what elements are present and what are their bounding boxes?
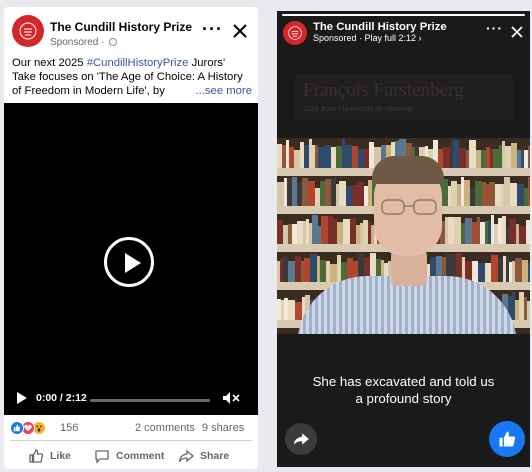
book-spine xyxy=(510,183,517,206)
story-more-icon[interactable]: ··· xyxy=(486,21,503,35)
thumbs-up-icon xyxy=(499,431,516,447)
book-spine xyxy=(330,264,337,282)
post-text: Our next 2025 #CundillHistoryPrize Juror… xyxy=(12,56,252,98)
play-icon xyxy=(125,253,141,273)
post-header: The Cundill History Prize Sponsored · ··… xyxy=(4,7,258,55)
play-control-icon[interactable] xyxy=(17,392,27,404)
shares-count[interactable]: 9 shares xyxy=(202,422,244,434)
video-time: 0:00 / 2:12 xyxy=(36,392,87,404)
mute-icon[interactable] xyxy=(222,391,240,405)
speaker-lower-third: François Furstenberg 2025 Juror | Univer… xyxy=(295,74,513,120)
story-like-button[interactable] xyxy=(489,421,525,457)
book-spine xyxy=(491,255,498,282)
book-spine xyxy=(465,218,472,244)
like-reaction-icon[interactable] xyxy=(10,421,24,435)
comment-label: Comment xyxy=(116,450,165,462)
video-frame xyxy=(277,138,530,334)
post-text-end: Jurors' xyxy=(188,57,226,69)
book-spine xyxy=(277,182,284,206)
thumbs-up-icon xyxy=(29,449,44,463)
book-spine xyxy=(443,147,450,168)
glasses-icon xyxy=(381,199,437,215)
book-spine xyxy=(469,140,476,168)
book-spine xyxy=(357,182,364,206)
video-player[interactable]: 0:00 / 2:12 xyxy=(4,103,258,415)
hashtag-link[interactable]: #CundillHistoryPrize xyxy=(87,57,189,69)
book-spine xyxy=(308,181,315,206)
comment-icon xyxy=(95,450,109,464)
story-page-avatar[interactable] xyxy=(283,21,307,45)
post-stats: 156 2 comments 9 shares xyxy=(4,417,258,441)
post-text-line-1: Our next 2025 #CundillHistoryPrize Juror… xyxy=(12,56,252,70)
book-spine xyxy=(528,146,530,168)
close-icon[interactable] xyxy=(230,21,250,41)
book-spine xyxy=(517,184,524,206)
book-spine xyxy=(526,220,530,244)
story-close-icon[interactable] xyxy=(509,24,525,40)
book-spine xyxy=(519,226,526,244)
cundill-logo-icon xyxy=(19,22,37,40)
comment-button[interactable]: Comment xyxy=(94,446,164,466)
book-spine xyxy=(478,263,485,282)
like-button[interactable]: Like xyxy=(28,446,71,466)
comments-count[interactable]: 2 comments xyxy=(135,422,195,434)
book-spine xyxy=(324,145,331,168)
share-label: Share xyxy=(200,450,230,462)
speaker-name: François Furstenberg xyxy=(303,80,464,101)
video-scrubber[interactable] xyxy=(90,399,210,402)
post-text-line-2: Take focuses on 'The Age of Choice: A Hi… xyxy=(12,71,243,83)
book-spine xyxy=(528,263,530,282)
speaker-hair xyxy=(372,156,444,184)
feed-post-card: The Cundill History Prize Sponsored · ··… xyxy=(4,7,258,469)
story-progress-bar xyxy=(282,14,525,16)
book-spine xyxy=(509,219,516,244)
book-spine xyxy=(528,177,530,206)
reaction-count[interactable]: 156 xyxy=(60,422,78,434)
divider xyxy=(10,440,252,441)
post-actions: Like Comment Share xyxy=(4,443,258,469)
book-spine xyxy=(310,254,317,282)
book-spine xyxy=(475,181,482,206)
story-viewer[interactable]: The Cundill History Prize Sponsored · Pl… xyxy=(277,11,530,467)
book-spine xyxy=(527,301,530,320)
book-spine xyxy=(343,219,350,244)
share-arrow-icon xyxy=(293,433,309,446)
speaker-role: 2025 Juror | Université de Montréal xyxy=(303,106,413,113)
book-spine xyxy=(321,216,328,244)
page-avatar[interactable] xyxy=(12,15,44,47)
page-name[interactable]: The Cundill History Prize xyxy=(50,20,192,34)
play-full-link[interactable]: Sponsored · Play full 2:12 › xyxy=(313,33,422,43)
book-spine xyxy=(288,261,295,282)
story-share-button[interactable] xyxy=(285,423,317,455)
book-spine xyxy=(295,302,302,320)
sponsored-text: Sponsored xyxy=(50,37,99,48)
globe-icon xyxy=(109,38,118,46)
more-options-icon[interactable]: ··· xyxy=(202,20,223,38)
book-spine xyxy=(454,217,461,244)
book-spine xyxy=(459,148,466,168)
book-spine xyxy=(345,145,352,168)
caption-line-2: a profound story xyxy=(355,391,452,406)
book-spine xyxy=(339,181,346,206)
caption-line-1: She has excavated and told us xyxy=(312,374,495,389)
cundill-logo-icon xyxy=(288,26,302,40)
like-label: Like xyxy=(50,450,72,462)
play-button[interactable] xyxy=(104,237,154,287)
story-progress-fill xyxy=(282,14,525,16)
video-caption: She has excavated and told us a profound… xyxy=(277,373,530,407)
see-more-link[interactable]: ...see more xyxy=(193,84,252,98)
book-spine xyxy=(441,179,448,206)
story-page-name[interactable]: The Cundill History Prize xyxy=(313,21,447,33)
share-button[interactable]: Share xyxy=(178,446,229,466)
sponsored-label: Sponsored · xyxy=(50,37,118,48)
book-spine xyxy=(515,258,522,282)
post-text-start: Our next 2025 xyxy=(12,57,87,69)
book-spine xyxy=(288,300,295,320)
separator-dot: · xyxy=(101,37,105,48)
share-icon xyxy=(178,449,194,463)
